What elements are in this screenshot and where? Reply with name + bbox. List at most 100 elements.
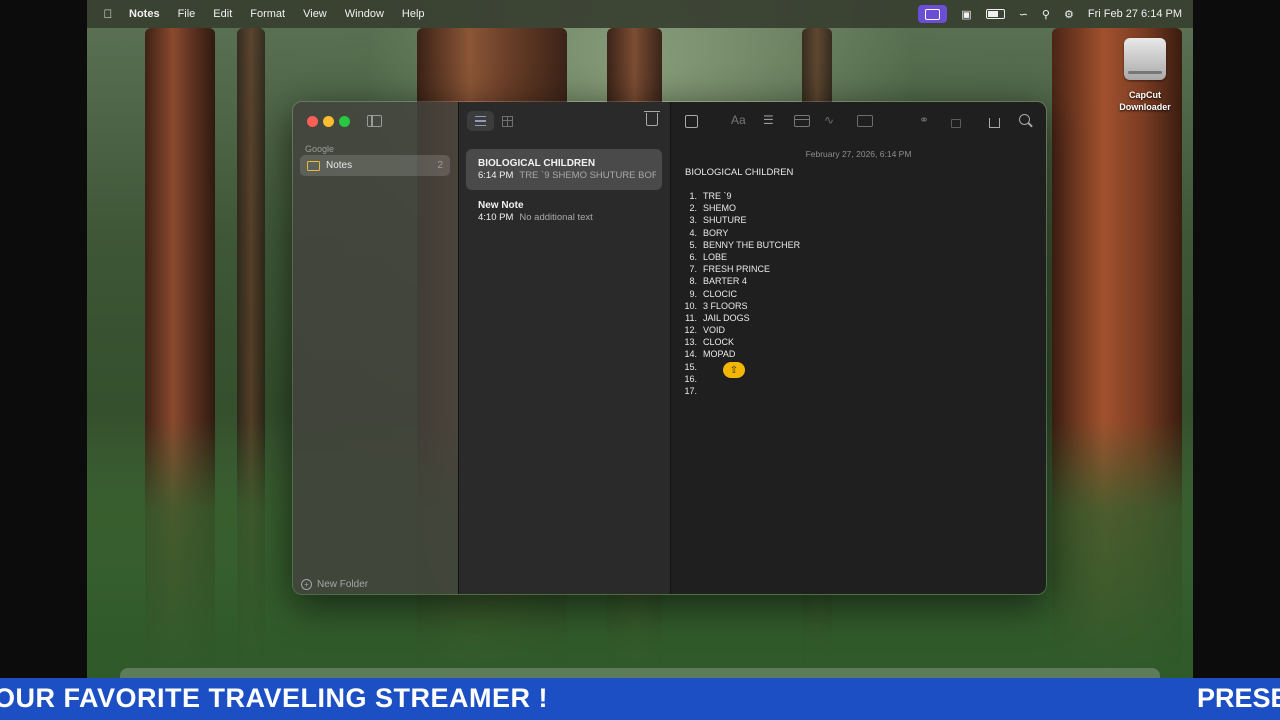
menu-bar:  Notes File Edit Format View Window Hel… [87, 0, 1193, 28]
notes-window: Google Notes 2 + New Folder BIOLOGICAL C… [292, 101, 1047, 595]
note-title: New Note [478, 200, 524, 211]
control-center-icon[interactable]: ⚙ [1064, 8, 1074, 21]
table-icon[interactable] [794, 115, 810, 127]
ticker-text: OUR FAVORITE TRAVELING STREAMER ! [0, 683, 549, 713]
line-number: 5. [689, 239, 697, 250]
line-number: 7. [689, 264, 697, 275]
list-view-button[interactable] [467, 111, 494, 131]
close-window-button[interactable] [307, 116, 318, 127]
menu-edit[interactable]: Edit [213, 8, 232, 20]
list-item: 8. BARTER 4 [679, 276, 800, 288]
line-text: LOBE [703, 251, 728, 262]
line-text: CLOCK [703, 337, 735, 348]
list-item: 4. BORY [679, 228, 800, 240]
note-date: February 27, 2026, 6:14 PM [805, 149, 912, 159]
compose-icon[interactable] [685, 115, 698, 128]
list-item: 13. CLOCK [679, 337, 800, 349]
list-item: 12. VOID [679, 325, 800, 337]
list-item: 11. JAIL DOGS [679, 313, 800, 325]
menu-file[interactable]: File [178, 8, 196, 20]
desktop-icon-label[interactable]: CapCut Downloader [1106, 89, 1184, 113]
line-text: BARTER 4 [703, 276, 747, 287]
new-folder-button[interactable]: + New Folder [301, 579, 368, 590]
list-item: 5. BENNY THE BUTCHER [679, 240, 800, 252]
folder-icon [307, 160, 320, 171]
line-text: SHEMO [703, 203, 737, 214]
list-item: 14. MOPAD [679, 349, 800, 361]
gallery-view-button[interactable] [494, 111, 521, 131]
line-number: 8. [689, 276, 697, 287]
line-number: 12. [684, 325, 697, 336]
display-icon[interactable]: ▣ [961, 8, 971, 21]
note-title: BIOLOGICAL CHILDREN [478, 158, 596, 169]
list-item[interactable]: BIOLOGICAL CHILDREN 6:14 PM TRE `9 SHEMO … [466, 149, 662, 190]
app-menu[interactable]: Notes [129, 8, 160, 20]
note-editor[interactable]: Aa ☰ ∿ ⚭ February 27, 2026, 6:14 PM BIOL… [671, 102, 1046, 594]
wifi-icon[interactable]: ∽ [1019, 8, 1028, 21]
cursor-highlight-icon: ⇧ [723, 362, 745, 378]
line-text: TRE `9 [703, 191, 732, 201]
notes-list: BIOLOGICAL CHILDREN 6:14 PM TRE `9 SHEMO … [459, 102, 671, 594]
drive-icon[interactable] [1124, 38, 1166, 80]
status-area: ▣ ∽ ⚲ ⚙ Fri Feb 27 6:14 PM [904, 0, 1182, 28]
folder-count: 2 [437, 160, 443, 171]
apple-menu-icon[interactable]:  [101, 7, 115, 21]
share-icon[interactable] [989, 118, 1000, 128]
search-icon[interactable] [1019, 114, 1030, 125]
sidebar-toggle-icon[interactable] [367, 115, 382, 127]
line-number: 10. [684, 300, 697, 311]
line-number: 9. [689, 288, 697, 299]
menu-format[interactable]: Format [250, 8, 285, 20]
lock-icon[interactable] [951, 119, 961, 128]
line-number: 6. [689, 251, 697, 262]
note-meta: 4:10 PM No additional text [478, 212, 656, 223]
line-text: BENNY THE BUTCHER [703, 239, 801, 250]
list-icon [475, 116, 486, 126]
folders-sidebar: Google Notes 2 + New Folder [293, 102, 459, 594]
line-text: MOPAD [703, 349, 736, 360]
line-text: 3 FLOORS [703, 300, 748, 311]
line-text: VOID [703, 325, 726, 336]
note-heading: BIOLOGICAL CHILDREN [685, 167, 794, 178]
line-number: 4. [689, 227, 697, 238]
note-preview: TRE `9 SHEMO SHUTURE BORY BENNY THE BUTC… [519, 170, 656, 181]
line-number: 16. [684, 373, 697, 384]
trash-icon[interactable] [644, 111, 660, 126]
sidebar-item-notes[interactable]: Notes 2 [300, 155, 450, 176]
note-preview: No additional text [519, 212, 593, 223]
minimize-window-button[interactable] [323, 116, 334, 127]
grid-icon [502, 115, 513, 127]
battery-icon[interactable] [985, 9, 1005, 19]
line-number: 17. [684, 386, 697, 396]
list-item: 3. SHUTURE [679, 215, 800, 227]
line-text: FRESH PRINCE [703, 264, 771, 275]
menu-help[interactable]: Help [402, 8, 425, 20]
checklist-icon[interactable]: ☰ [763, 113, 774, 127]
line-number: 2. [689, 203, 697, 214]
list-item: 10. 3 FLOORS [679, 301, 800, 313]
zoom-window-button[interactable] [339, 116, 350, 127]
line-number: 13. [684, 337, 697, 348]
menu-clock[interactable]: Fri Feb 27 6:14 PM [1088, 8, 1182, 20]
note-time: 4:10 PM [478, 212, 514, 223]
new-folder-label: New Folder [317, 579, 369, 590]
account-header: Google [305, 144, 335, 154]
collaborate-icon[interactable]: ⚭ [919, 113, 929, 127]
list-item[interactable]: New Note 4:10 PM No additional text [466, 191, 662, 232]
list-item: 17. [679, 386, 800, 398]
list-item: 9. CLOCIC [679, 289, 800, 301]
line-number: 14. [684, 349, 697, 360]
media-icon[interactable] [857, 115, 873, 127]
view-toggle [467, 111, 521, 131]
ticker-text-next: PRESE [1197, 683, 1280, 713]
audio-waveform-icon[interactable]: ∿ [824, 113, 834, 127]
spotlight-search-icon[interactable]: ⚲ [1042, 8, 1050, 21]
list-item: 7. FRESH PRINCE [679, 264, 800, 276]
ticker-banner: OUR FAVORITE TRAVELING STREAMER ! PRESE [0, 678, 1280, 720]
menu-view[interactable]: View [303, 8, 327, 20]
line-number: 1. [689, 191, 697, 201]
menu-window[interactable]: Window [345, 8, 384, 20]
screen-sharing-icon[interactable] [918, 5, 948, 23]
format-text-icon[interactable]: Aa [731, 113, 746, 127]
list-item: 1. TRE `9 [679, 191, 800, 203]
